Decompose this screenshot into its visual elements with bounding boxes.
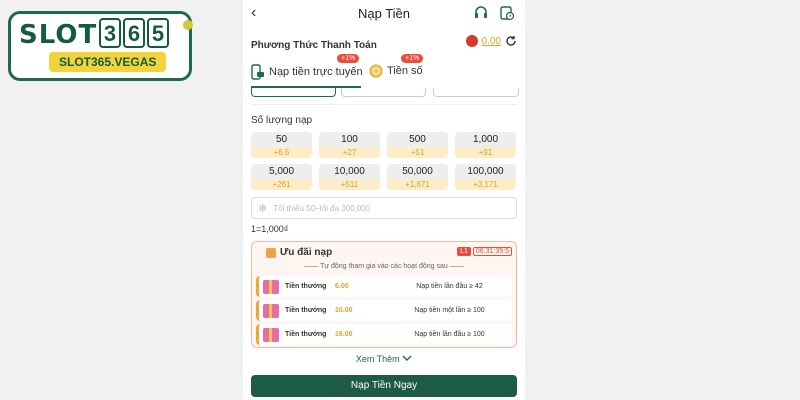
gift-icon bbox=[263, 279, 279, 294]
amount-grid: 50 +6.5 100 +27 500 +51 1,000 +91 5,000 +261 … bbox=[251, 132, 517, 190]
reward-condition: Nạp tiền lần đầu ≥ 100 bbox=[414, 331, 485, 338]
channel-option[interactable] bbox=[341, 88, 426, 97]
promo-title: Ưu đãi nạp bbox=[280, 247, 333, 258]
reward-value: 16.00 bbox=[335, 331, 353, 338]
payment-method-label: Phương Thức Thanh Toán bbox=[251, 40, 377, 51]
reward-value: 10.00 bbox=[335, 307, 353, 314]
amount-option[interactable]: 500 +51 bbox=[387, 132, 448, 158]
amount-bonus: +3,171 bbox=[455, 179, 516, 190]
countdown: 06:31:35:5 bbox=[472, 247, 512, 256]
reward-condition: Nạp tiền một lần ≥ 100 bbox=[414, 307, 485, 314]
promo-header: Ưu đãi nạp bbox=[266, 247, 332, 258]
logo-digits: 3 6 5 bbox=[99, 18, 169, 48]
tab-online-deposit[interactable]: Nạp tiền trực tuyến +1% bbox=[251, 54, 363, 80]
logo-domain: SLOT365.VEGAS bbox=[49, 52, 167, 72]
amount-input[interactable]: ❄ Tối thiểu 50–tối đa 300,000 bbox=[251, 197, 517, 219]
header: ‹ Nạp Tiền bbox=[243, 0, 525, 26]
amount-bonus: +261 bbox=[251, 179, 312, 190]
chevron-down-icon bbox=[402, 355, 412, 361]
amount-option[interactable]: 100,000 +3,171 bbox=[455, 164, 516, 190]
amount-bonus: +27 bbox=[319, 147, 380, 158]
coin-icon bbox=[369, 64, 383, 78]
phone-card-icon bbox=[251, 64, 264, 80]
amount-value: 50,000 bbox=[387, 164, 448, 179]
refresh-icon[interactable] bbox=[505, 35, 517, 47]
amount-value: 50 bbox=[251, 132, 312, 147]
payment-method-row: Phương Thức Thanh Toán 0.00 bbox=[251, 35, 517, 51]
amount-option[interactable]: 5,000 +261 bbox=[251, 164, 312, 190]
reward-value: 6.00 bbox=[335, 283, 349, 290]
see-more-label: Xem Thêm bbox=[355, 354, 400, 364]
divider bbox=[251, 104, 517, 105]
tab-label: Tiền số bbox=[387, 65, 423, 77]
amount-option[interactable]: 100 +27 bbox=[319, 132, 380, 158]
channel-options bbox=[251, 88, 519, 98]
promo-row: Tiền thưởng 10.00 Nạp tiền một lần ≥ 100 bbox=[256, 300, 512, 321]
bonus-badge: +1% bbox=[401, 54, 424, 63]
amount-bonus: +511 bbox=[319, 179, 380, 190]
promo-timer: L1 06:31:35:5 bbox=[457, 247, 512, 256]
deposit-now-button[interactable]: Nạp Tiền Ngay bbox=[251, 375, 517, 397]
amount-value: 500 bbox=[387, 132, 448, 147]
flag-icon bbox=[465, 35, 478, 47]
amount-option[interactable]: 1,000 +91 bbox=[455, 132, 516, 158]
tab-label: Nạp tiền trực tuyến bbox=[269, 66, 363, 78]
headset-icon[interactable] bbox=[473, 5, 489, 21]
amount-value: 1,000 bbox=[455, 132, 516, 147]
gift-icon bbox=[263, 303, 279, 318]
reward-label: Tiền thưởng bbox=[285, 283, 327, 290]
amount-bonus: +1,671 bbox=[387, 179, 448, 190]
promo-row: Tiền thưởng 6.00 Nạp tiền lần đầu ≥ 42 bbox=[256, 276, 512, 297]
exchange-rate: 1=1,000₫ bbox=[251, 224, 289, 234]
deposit-promo-panel: Ưu đãi nạp L1 06:31:35:5 —— Tự động tham… bbox=[251, 241, 517, 348]
amount-input-placeholder: Tối thiểu 50–tối đa 300,000 bbox=[273, 203, 371, 213]
deposit-screen: ‹ Nạp Tiền Phương Thức Thanh Toán 0.00 N… bbox=[243, 0, 525, 400]
slot365-logo: SLOT 3 6 5 SLOT365.VEGAS bbox=[8, 11, 193, 81]
amount-option[interactable]: 10,000 +511 bbox=[319, 164, 380, 190]
channel-option[interactable] bbox=[251, 88, 336, 97]
reward-label: Tiền thưởng bbox=[285, 307, 327, 314]
amount-value: 10,000 bbox=[319, 164, 380, 179]
tab-crypto[interactable]: Tiền số +1% bbox=[369, 54, 424, 78]
ball-icon bbox=[183, 20, 193, 30]
logo-digit: 6 bbox=[123, 18, 145, 48]
see-more-link[interactable]: Xem Thêm bbox=[243, 354, 525, 364]
snowflake-icon: ❄ bbox=[258, 202, 268, 215]
amount-option[interactable]: 50 +6.5 bbox=[251, 132, 312, 158]
reward-condition: Nạp tiền lần đầu ≥ 42 bbox=[416, 283, 483, 290]
amount-value: 100,000 bbox=[455, 164, 516, 179]
amount-bonus: +51 bbox=[387, 147, 448, 158]
amount-option[interactable]: 50,000 +1,671 bbox=[387, 164, 448, 190]
amount-label: Số lượng nạp bbox=[251, 115, 313, 126]
gift-icon bbox=[266, 247, 276, 258]
logo-digit: 5 bbox=[147, 18, 169, 48]
amount-value: 100 bbox=[319, 132, 380, 147]
channel-option[interactable] bbox=[433, 88, 519, 97]
balance-value: 0.00 bbox=[481, 35, 501, 47]
balance: 0.00 bbox=[465, 35, 517, 47]
promo-row: Tiền thưởng 16.00 Nạp tiền lần đầu ≥ 100 bbox=[256, 324, 512, 345]
logo-digit: 3 bbox=[99, 18, 121, 48]
history-icon[interactable] bbox=[499, 5, 515, 21]
amount-bonus: +91 bbox=[455, 147, 516, 158]
payment-tabs: Nạp tiền trực tuyến +1% Tiền số +1% bbox=[251, 54, 517, 90]
promo-subtitle: —— Tự động tham gia vào các hoạt động sa… bbox=[304, 263, 464, 270]
gift-icon bbox=[263, 327, 279, 342]
bonus-badge: +1% bbox=[337, 54, 360, 63]
reward-label: Tiền thưởng bbox=[285, 331, 327, 338]
amount-value: 5,000 bbox=[251, 164, 312, 179]
logo-word: SLOT bbox=[19, 20, 98, 50]
amount-bonus: +6.5 bbox=[251, 147, 312, 158]
level-badge: L1 bbox=[457, 247, 471, 256]
